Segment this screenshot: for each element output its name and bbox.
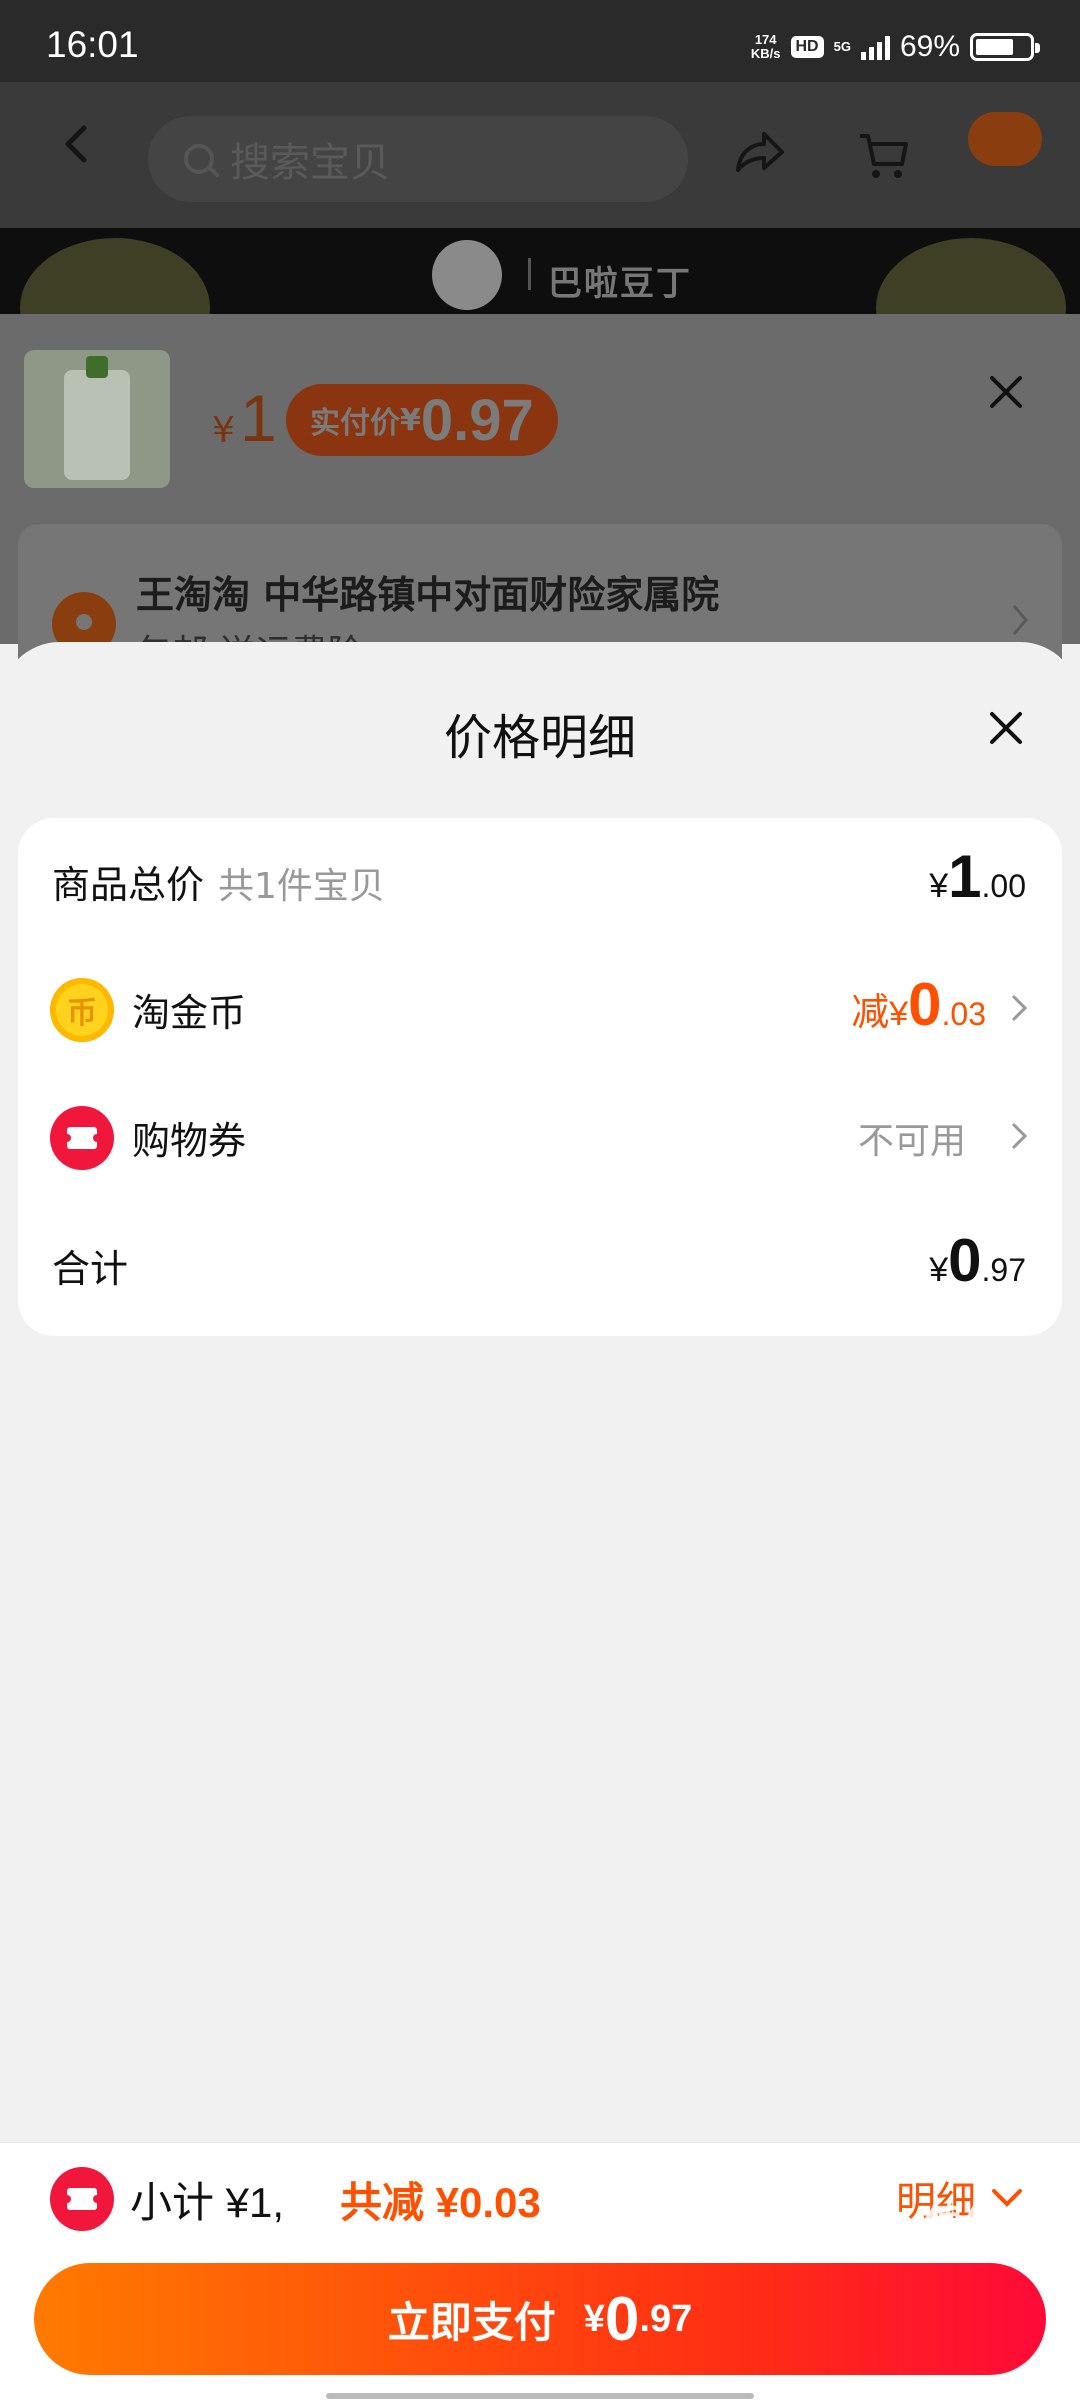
- home-indicator[interactable]: [326, 2393, 754, 2399]
- row-taojinbi[interactable]: 币 淘金币 减¥0.03: [18, 946, 1062, 1074]
- coupon-icon: [50, 1106, 114, 1170]
- search-placeholder: 搜索宝贝: [230, 140, 390, 186]
- discount-text: 共减 ¥0.03: [340, 2179, 541, 2226]
- coupon-icon: [50, 2167, 114, 2231]
- signal-icon: [860, 34, 890, 60]
- pay-now-button[interactable]: 立即支付 ¥ 0 .97: [34, 2263, 1046, 2375]
- pay-now-label: 立即支付: [387, 2298, 556, 2346]
- total-price: ¥0.97: [929, 1226, 1026, 1295]
- network-speed-value: 174: [754, 32, 777, 47]
- status-time: 16:01: [46, 24, 139, 65]
- chevron-right-icon: [1011, 1122, 1028, 1150]
- total-label: 合计: [52, 1247, 129, 1291]
- product-thumbnail: [24, 350, 170, 488]
- price-int: 0: [948, 1227, 982, 1294]
- gold-coin-icon: 币: [50, 978, 114, 1042]
- network-type: 5G: [833, 39, 851, 54]
- hd-icon: HD: [790, 36, 824, 58]
- price-dec: .97: [981, 1252, 1026, 1288]
- close-icon[interactable]: [986, 708, 1026, 748]
- chevron-right-icon: [1012, 605, 1028, 635]
- shop-banner: 巴啦豆丁: [0, 228, 1080, 314]
- pay-price-int: 0: [604, 2284, 640, 2354]
- pay-price-dec: .97: [639, 2297, 693, 2340]
- chevron-right-icon: [1011, 994, 1028, 1022]
- back-arrow-icon[interactable]: [56, 122, 100, 166]
- search-icon: [184, 144, 214, 174]
- coupon-status: 不可用: [857, 1121, 966, 1162]
- goods-total-price: ¥1.00: [929, 842, 1026, 911]
- status-bar: 16:01 174 KB/s HD 5G 69%: [0, 0, 1080, 82]
- paid-price-currency: ¥: [400, 402, 421, 438]
- currency-symbol: ¥: [929, 1251, 949, 1289]
- brand-name: 巴啦豆丁: [548, 264, 692, 304]
- row-label: 商品总价 共1件宝贝: [52, 854, 385, 909]
- price-dec: .00: [981, 868, 1026, 904]
- brand-separator: [528, 258, 531, 290]
- watermark-url: zhizhizhi.com: [932, 2246, 1027, 2262]
- row-goods-total: 商品总价 共1件宝贝 ¥1.00: [18, 818, 1062, 946]
- currency-symbol: ¥: [929, 867, 949, 905]
- paid-price-badge: 实付价 ¥ 0.97: [286, 384, 558, 456]
- pay-currency: ¥: [583, 2297, 605, 2340]
- paid-price-label: 实付价: [310, 406, 400, 441]
- taojinbi-label: 淘金币: [132, 991, 247, 1035]
- row-coupon[interactable]: 购物券 不可用: [18, 1074, 1062, 1202]
- order-background: ¥ 1 实付价 ¥ 0.97 王淘淘 中华路镇中对面财险家属院 包邮 送运费险: [0, 314, 1080, 724]
- sheet-title: 价格明细: [443, 710, 636, 766]
- price-dec: .03: [941, 996, 986, 1032]
- product-price: 1: [240, 381, 277, 455]
- discount-prefix: 减: [851, 992, 890, 1034]
- search-bar[interactable]: 搜索宝贝: [148, 116, 688, 202]
- cart-icon[interactable]: [856, 128, 910, 182]
- price-detail-sheet: 价格明细 商品总价 共1件宝贝 ¥1.00 币 淘金币 减¥0.03 购物券 不…: [0, 642, 1080, 2142]
- address-line: 王淘淘 中华路镇中对面财险家属院: [136, 573, 720, 617]
- top-nav: 搜索宝贝: [0, 82, 1080, 228]
- price-int: 0: [908, 971, 942, 1038]
- watermark: 值值值: [924, 2200, 1044, 2246]
- subtotal-text: 小计 ¥1,: [130, 2179, 285, 2226]
- message-icon[interactable]: [968, 112, 1042, 166]
- close-icon[interactable]: [986, 372, 1026, 412]
- goods-count: 共1件宝贝: [218, 866, 385, 907]
- battery-icon: [970, 33, 1040, 61]
- price-int: 1: [948, 843, 982, 910]
- taojinbi-discount: 减¥0.03: [851, 970, 986, 1039]
- coupon-label: 购物券: [132, 1119, 247, 1163]
- price-detail-card: 商品总价 共1件宝贝 ¥1.00 币 淘金币 减¥0.03 购物券 不可用 合计…: [18, 818, 1062, 1336]
- goods-total-label: 商品总价: [52, 863, 205, 907]
- share-icon[interactable]: [732, 128, 786, 178]
- battery-percent: 69%: [899, 30, 960, 63]
- product-price-currency: ¥: [212, 410, 235, 451]
- network-speed-unit: KB/s: [750, 46, 781, 61]
- checkout-bar: 小计 ¥1, 共减 ¥0.03 明细 立即支付 ¥ 0 .97: [0, 2142, 1080, 2401]
- row-total: 合计 ¥0.97: [18, 1202, 1062, 1330]
- currency-symbol: ¥: [889, 995, 909, 1033]
- network-speed: 174 KB/s: [751, 33, 781, 61]
- brand-logo: [432, 240, 502, 310]
- status-indicators: 174 KB/s HD 5G 69%: [751, 30, 1040, 64]
- paid-price-value: 0.97: [420, 387, 534, 453]
